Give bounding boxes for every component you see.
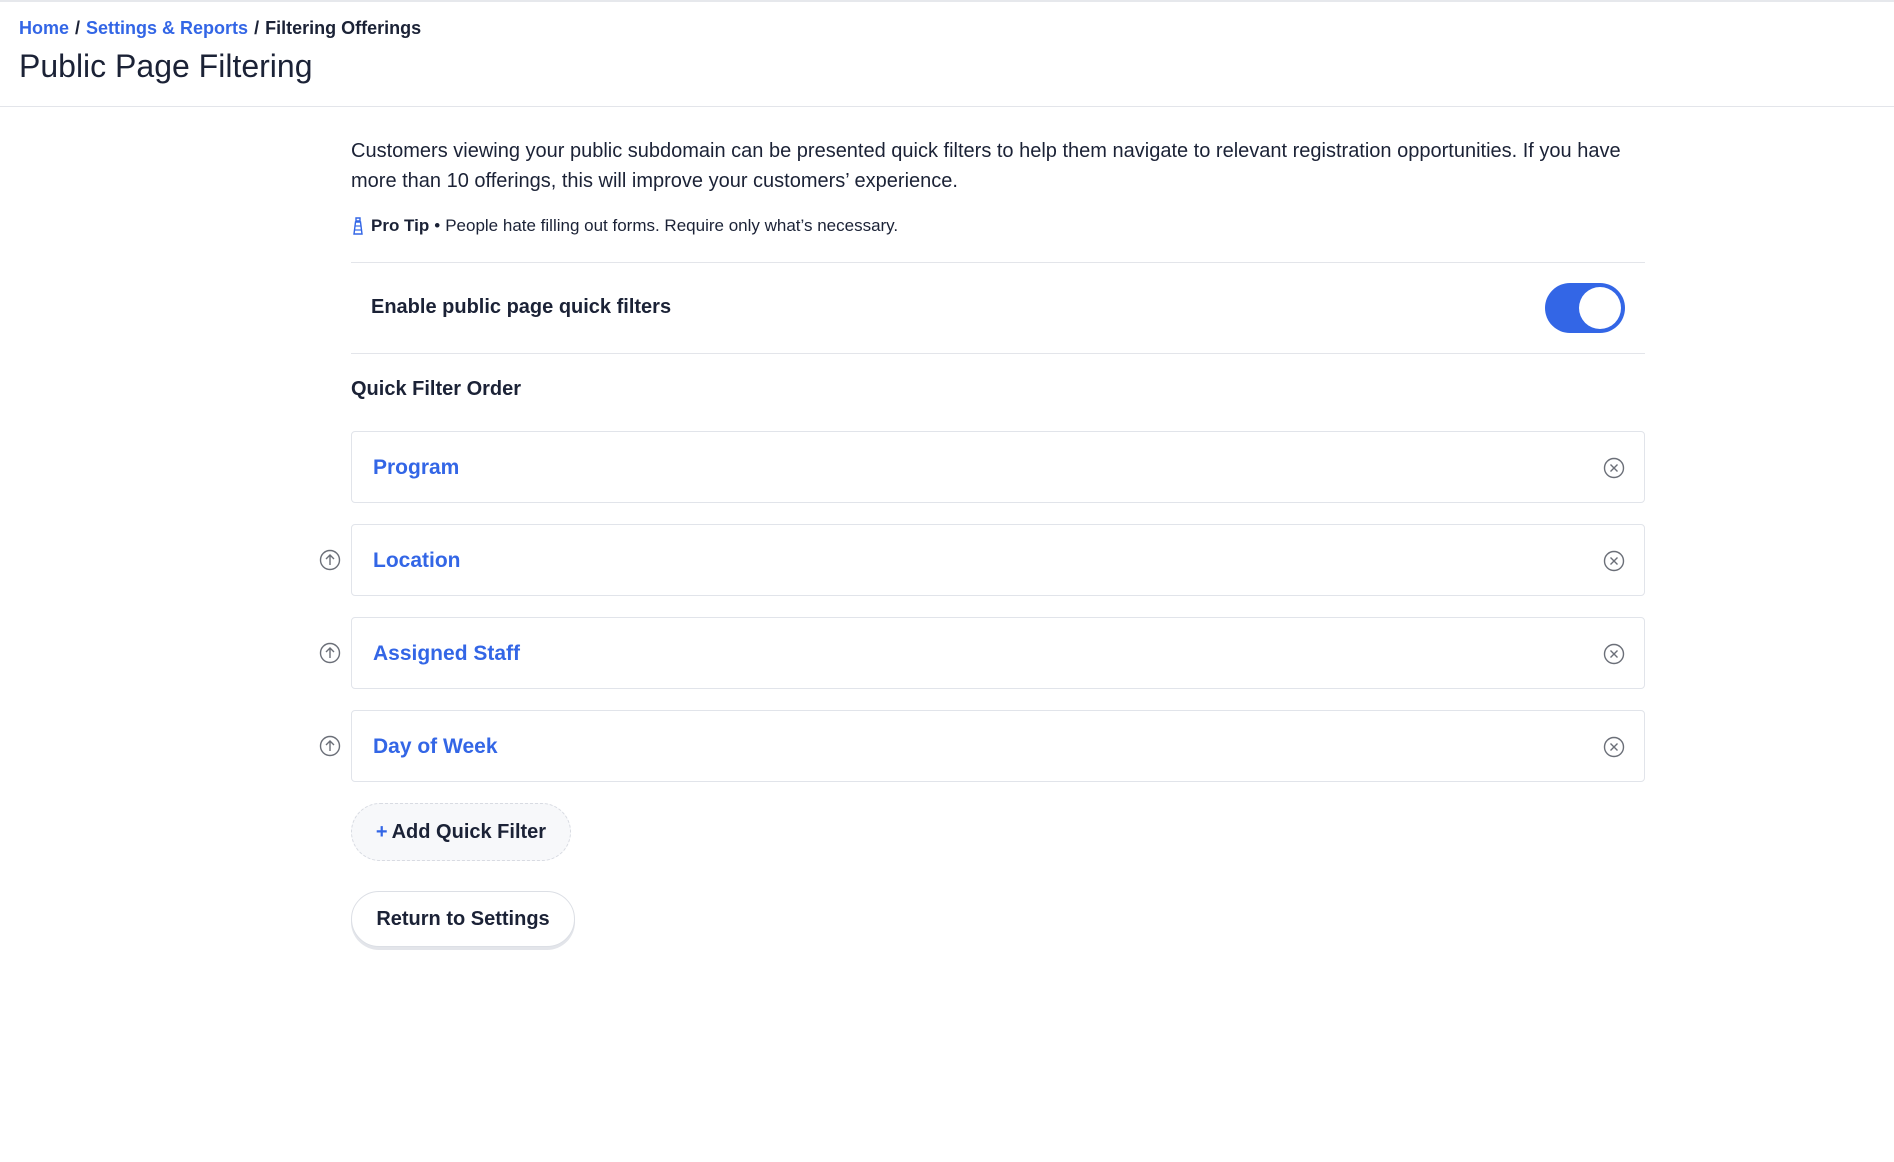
- filter-card[interactable]: Program: [351, 431, 1645, 503]
- remove-circle-x-icon[interactable]: [1603, 736, 1625, 758]
- move-up-arrow-icon[interactable]: [319, 735, 341, 757]
- add-quick-filter-button[interactable]: + Add Quick Filter: [351, 803, 571, 861]
- breadcrumb-separator: /: [254, 18, 260, 38]
- filter-card[interactable]: Location: [351, 524, 1645, 596]
- quick-filter-list: Program Location Assigned Staff Day of W…: [319, 431, 1645, 782]
- filter-row: Assigned Staff: [319, 617, 1645, 689]
- filter-label: Assigned Staff: [373, 642, 521, 665]
- filter-label: Program: [373, 456, 460, 479]
- filter-row: Day of Week: [319, 710, 1645, 782]
- remove-circle-x-icon[interactable]: [1603, 643, 1625, 665]
- breadcrumb: Home / Settings & Reports / Filtering Offeri…: [19, 18, 421, 39]
- toggle-label: Enable public page quick filters: [371, 296, 672, 318]
- remove-circle-x-icon[interactable]: [1603, 550, 1625, 572]
- filter-label: Day of Week: [373, 735, 498, 758]
- filter-row: Location: [319, 524, 1645, 596]
- main-content: Customers viewing your public subdomain …: [319, 136, 1645, 947]
- enable-quick-filters-toggle[interactable]: [1545, 283, 1625, 333]
- move-up-arrow-icon[interactable]: [319, 549, 341, 571]
- return-to-settings-button[interactable]: Return to Settings: [351, 891, 575, 947]
- description-text: Customers viewing your public subdomain …: [351, 140, 1621, 192]
- breadcrumb-current: Filtering Offerings: [265, 18, 422, 38]
- page-title: Public Page Filtering: [19, 48, 313, 84]
- filter-label: Location: [373, 549, 461, 572]
- breadcrumb-settings-link[interactable]: Settings & Reports: [86, 18, 248, 38]
- return-to-settings-label: Return to Settings: [376, 907, 550, 930]
- quick-filters-toggle-row: Enable public page quick filters: [351, 262, 1645, 354]
- page-header: Home / Settings & Reports / Filtering Offeri…: [0, 2, 1894, 107]
- remove-circle-x-icon[interactable]: [1603, 457, 1625, 479]
- quick-filter-order-title: Quick Filter Order: [351, 378, 522, 400]
- pro-tip: Pro Tip • People hate filling out forms.…: [351, 214, 1645, 238]
- pro-tip-text: People hate filling out forms. Require o…: [445, 216, 899, 235]
- breadcrumb-separator: /: [75, 18, 81, 38]
- pro-tip-bullet: •: [434, 216, 441, 235]
- plus-icon: +: [375, 820, 388, 843]
- filter-row: Program: [351, 431, 1645, 503]
- toggle-knob: [1579, 287, 1621, 329]
- add-quick-filter-label: Add Quick Filter: [391, 820, 547, 843]
- lighthouse-icon: [351, 216, 365, 236]
- move-up-arrow-icon[interactable]: [319, 642, 341, 664]
- pro-tip-label: Pro Tip: [371, 216, 430, 235]
- filter-card[interactable]: Assigned Staff: [351, 617, 1645, 689]
- breadcrumb-home-link[interactable]: Home: [19, 18, 69, 38]
- filter-card[interactable]: Day of Week: [351, 710, 1645, 782]
